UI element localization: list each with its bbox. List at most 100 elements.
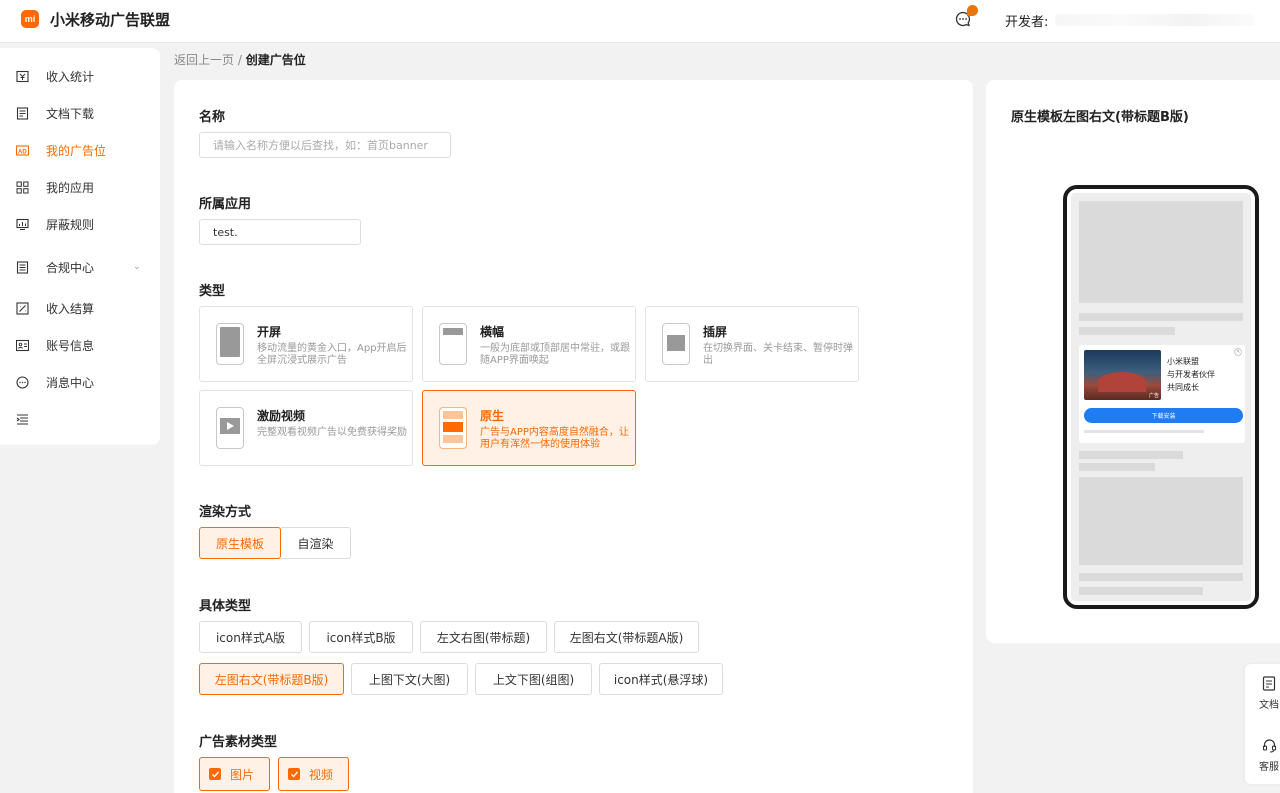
- subtype-group-image-button[interactable]: 上文下图(组图): [475, 663, 592, 695]
- type-option-native[interactable]: 原生 广告与APP内容高度自然融合，让用户有浑然一体的使用体验: [422, 390, 636, 466]
- developer-label[interactable]: 开发者:: [1005, 11, 1048, 30]
- interstitial-type-icon: [662, 323, 690, 365]
- type-option-name: 开屏: [257, 325, 282, 339]
- subtype-big-image-button[interactable]: 上图下文(大图): [351, 663, 468, 695]
- type-option-name: 插屏: [703, 325, 728, 339]
- type-option-splash[interactable]: 开屏 移动流量的黄金入口，App开启后全屏沉浸式展示广告: [199, 306, 413, 382]
- material-option-label: 图片: [230, 767, 255, 782]
- native-ad-preview: 广告 小米联盟 与开发者伙伴 共同成长 × 下载安装: [1079, 345, 1245, 443]
- placeholder-line: [1079, 327, 1175, 335]
- sidebar-item-settlement[interactable]: 收入结算: [0, 293, 160, 323]
- app-title: 小米移动广告联盟: [50, 11, 171, 29]
- settlement-icon: [15, 301, 29, 315]
- render-self-button[interactable]: 自渲染: [281, 527, 351, 559]
- type-option-interstitial[interactable]: 插屏 在切换界面、关卡结束、暂停时弹出: [645, 306, 859, 382]
- message-center-icon: [15, 375, 29, 389]
- breadcrumb: 返回上一页 / 创建广告位: [174, 51, 306, 68]
- phone-mockup: 广告 小米联盟 与开发者伙伴 共同成长 × 下载安装: [1063, 185, 1259, 609]
- type-option-name: 原生: [480, 409, 505, 423]
- placeholder-line: [1079, 573, 1243, 581]
- xiaomi-logo[interactable]: mi: [21, 10, 39, 28]
- subtype-icon-b-button[interactable]: icon样式B版: [309, 621, 413, 653]
- placeholder-block: [1079, 477, 1243, 565]
- sidebar-item-my-apps[interactable]: 我的应用: [0, 172, 160, 202]
- type-option-name: 激励视频: [257, 409, 306, 423]
- sidebar-item-label: 屏蔽规则: [46, 217, 95, 232]
- type-option-banner[interactable]: 横幅 一般为底部或顶部居中常驻，或跟随APP界面唤起: [422, 306, 636, 382]
- material-video-checkbox[interactable]: 视频: [278, 757, 349, 791]
- service-float-button[interactable]: 客服: [1245, 726, 1280, 782]
- subtype-label: 具体类型: [199, 599, 252, 614]
- material-option-label: 视频: [309, 767, 334, 782]
- sidebar-item-label: 消息中心: [46, 375, 95, 390]
- sidebar-item-ad-slots[interactable]: AD 我的广告位: [0, 135, 160, 165]
- document-icon: [1262, 676, 1276, 691]
- name-input[interactable]: 请输入名称方便以后查找，如：首页banner: [199, 132, 451, 158]
- sidebar-item-block-rules[interactable]: 屏蔽规则: [0, 209, 160, 239]
- subtype-image-left-a-button[interactable]: 左图右文(带标题A版): [554, 621, 699, 653]
- breadcrumb-current: 创建广告位: [245, 53, 306, 67]
- doc-float-label: 文档: [1259, 700, 1279, 711]
- income-stats-icon: [15, 69, 29, 83]
- sidebar-item-message-center[interactable]: 消息中心: [0, 367, 160, 397]
- type-option-desc: 完整观看视频广告以免费获得奖励: [257, 427, 407, 438]
- subtype-icon-a-button[interactable]: icon样式A版: [199, 621, 302, 653]
- placeholder-line: [1079, 313, 1243, 321]
- subtype-floating-ball-button[interactable]: icon样式(悬浮球): [599, 663, 723, 695]
- type-option-reward-video[interactable]: 激励视频 完整观看视频广告以免费获得奖励: [199, 390, 413, 466]
- banner-type-icon: [439, 323, 467, 365]
- sidebar-item-label: 我的广告位: [46, 143, 107, 158]
- sidebar-collapse-button[interactable]: [0, 404, 160, 434]
- apps-grid-icon: [15, 180, 29, 194]
- breadcrumb-separator: /: [237, 53, 242, 67]
- collapse-menu-icon: [15, 412, 29, 426]
- subtype-image-left-b-button[interactable]: 左图右文(带标题B版): [199, 663, 344, 695]
- service-float-label: 客服: [1259, 762, 1279, 773]
- checkmark-icon: [209, 768, 221, 780]
- block-rules-icon: [15, 217, 29, 231]
- doc-float-button[interactable]: 文档: [1245, 664, 1280, 720]
- svg-text:AD: AD: [18, 149, 27, 155]
- type-option-desc: 广告与APP内容高度自然融合，让用户有浑然一体的使用体验: [480, 427, 629, 450]
- placeholder-line: [1079, 587, 1203, 595]
- sidebar-item-income-stats[interactable]: 收入统计: [0, 61, 160, 91]
- chevron-down-icon[interactable]: ⌄: [133, 262, 141, 272]
- ad-text: 小米联盟 与开发者伙伴 共同成长: [1167, 357, 1215, 392]
- top-bar: mi 小米移动广告联盟 开发者:: [0, 0, 1280, 43]
- download-install-button[interactable]: 下载安装: [1084, 408, 1243, 423]
- material-image-checkbox[interactable]: 图片: [199, 757, 270, 791]
- close-icon[interactable]: ×: [1234, 348, 1242, 356]
- app-label: 所属应用: [199, 197, 252, 212]
- type-option-desc: 移动流量的黄金入口，App开启后全屏沉浸式展示广告: [257, 343, 407, 366]
- sidebar-item-label: 收入结算: [46, 301, 95, 316]
- ad-badge: 广告: [1148, 393, 1159, 399]
- sidebar-item-doc-download[interactable]: 文档下载: [0, 98, 160, 128]
- native-type-icon: [439, 407, 467, 449]
- ad-image: 广告: [1084, 350, 1161, 400]
- preview-title: 原生模板左图右文(带标题B版): [1011, 110, 1189, 125]
- sidebar-item-compliance[interactable]: 合规中心 ⌄: [0, 252, 160, 282]
- phone-screen: 广告 小米联盟 与开发者伙伴 共同成长 × 下载安装: [1071, 193, 1251, 601]
- placeholder-block: [1079, 201, 1243, 303]
- doc-download-icon: [15, 106, 29, 120]
- sidebar-item-label: 我的应用: [46, 180, 95, 195]
- splash-type-icon: [216, 323, 244, 365]
- headset-icon: [1262, 739, 1277, 753]
- type-option-desc: 在切换界面、关卡结束、暂停时弹出: [703, 343, 853, 366]
- sidebar-item-label: 账号信息: [46, 338, 95, 353]
- sidebar-item-account-info[interactable]: 账号信息: [0, 330, 160, 360]
- placeholder-line: [1084, 430, 1204, 433]
- sidebar-item-label: 文档下载: [46, 106, 95, 121]
- account-info-icon: [15, 338, 29, 352]
- render-label: 渲染方式: [199, 505, 252, 520]
- sidebar-item-label: 收入统计: [46, 69, 95, 84]
- subtype-text-left-image-right-button[interactable]: 左文右图(带标题): [420, 621, 547, 653]
- sidebar: 收入统计 文档下载 AD 我的广告位 我的应用 屏蔽规则 合规中心 ⌄ 收入结算…: [0, 48, 160, 445]
- reward-video-type-icon: [216, 407, 244, 449]
- create-ad-form: 名称 请输入名称方便以后查找，如：首页banner 所属应用 test. 类型 …: [174, 80, 973, 793]
- sidebar-item-label: 合规中心: [46, 260, 95, 275]
- render-template-button[interactable]: 原生模板: [199, 527, 281, 559]
- checkmark-icon: [288, 768, 300, 780]
- back-link[interactable]: 返回上一页: [174, 53, 234, 67]
- app-select[interactable]: test.: [199, 219, 361, 245]
